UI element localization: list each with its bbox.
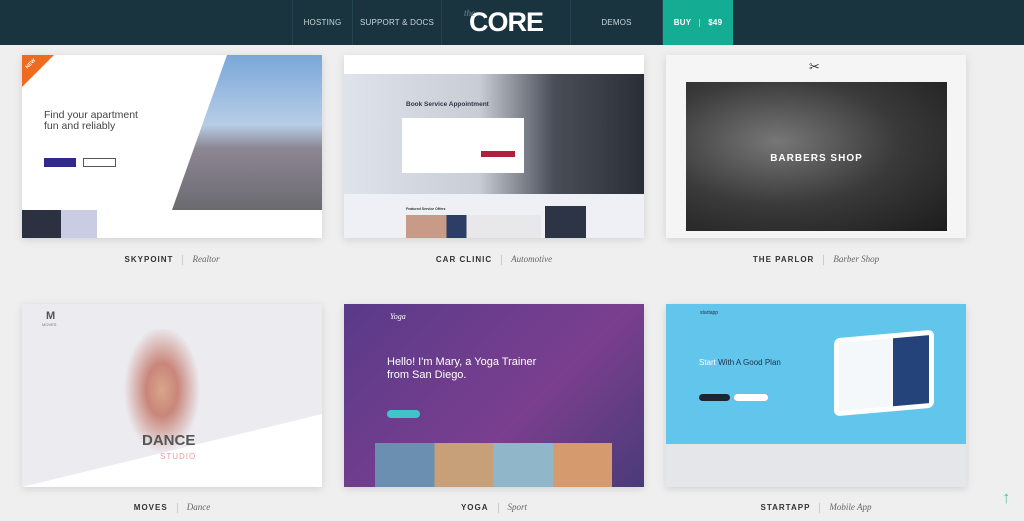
logo[interactable]: the CORE [441,0,570,45]
demo-label-car-clinic[interactable]: CAR CLINIC Automotive [344,254,644,265]
demo-headline: BARBERS SHOP [770,153,863,164]
offer-photos [406,215,541,238]
demo-category: Barber Shop [833,254,880,264]
label-divider [497,502,499,513]
demo-name: SKYPOINT [124,255,174,264]
building-image [172,55,322,210]
demo-category: Dance [186,502,211,512]
nav-support-label: SUPPORT & DOCS [359,18,435,27]
secondary-cta [83,158,116,167]
nav-hosting-label: HOSTING [303,18,342,27]
demo-category: Realtor [192,254,220,264]
booking-submit [481,151,515,157]
primary-cta [699,394,730,401]
scissors-icon: ✂ [809,59,820,74]
demo-subheading: Featured Service Offers [406,207,446,211]
demo-label-the-parlor[interactable]: THE PARLOR Barber Shop [666,254,966,265]
logo-text: CORE [468,7,544,37]
label-divider [819,502,821,513]
offer-tile [545,206,586,238]
demo-subheading: STUDIO [160,452,197,461]
photo-strip [22,210,322,238]
demo-card-car-clinic[interactable]: Book Service Appointment Featured Servic… [344,55,644,238]
demo-card-startapp[interactable]: startapp Start With A Good Plan [666,304,966,487]
startapp-logo: startapp [700,310,719,316]
label-divider [182,254,184,265]
features-section [666,444,966,487]
nav-demos-label: DEMOS [601,18,632,27]
demo-name: MOVES [133,503,168,512]
demo-headline: DANCE [142,432,196,449]
buy-label: BUY [673,18,692,27]
buy-button[interactable]: BUY $49 [663,0,733,45]
secondary-cta [734,394,768,401]
demo-name: CAR CLINIC [435,255,493,264]
tablet-screen [839,335,929,411]
demo-category: Sport [507,502,528,512]
demo-name: THE PARLOR [752,255,815,264]
headline-accent: Start [699,358,716,367]
demo-label-startapp[interactable]: STARTAPP Mobile App [666,502,966,513]
new-badge [22,55,54,87]
label-divider [501,254,503,265]
demo-card-moves[interactable]: M MOVES DANCE STUDIO [22,304,322,487]
nav-hosting[interactable]: HOSTING [292,0,352,45]
demo-card-the-parlor[interactable]: ✂ BARBERS SHOP [666,55,966,238]
demo-category: Mobile App [829,502,872,512]
demo-headline: Book Service Appointment [406,101,489,108]
demo-label-yoga[interactable]: YOGA Sport [344,502,644,513]
site-header: HOSTING SUPPORT & DOCS the CORE DEMOS BUY… [0,0,1024,45]
yoga-logo: Yoga [390,312,406,321]
yoga-photos [375,443,612,487]
booking-form [402,118,524,173]
nav-support-docs[interactable]: SUPPORT & DOCS [352,0,441,45]
tablet-image [834,329,934,417]
buy-divider [699,18,701,27]
demo-card-yoga[interactable]: Yoga Hello! I'm Mary, a Yoga Trainer fro… [344,304,644,487]
demo-name: STARTAPP [760,503,811,512]
demo-headline: Start With A Good Plan [699,358,781,367]
nav-demos[interactable]: DEMOS [570,0,663,45]
label-divider [176,502,178,513]
label-divider [823,254,825,265]
demo-card-skypoint[interactable]: NEW Find your apartment fun and reliably [22,55,322,238]
primary-cta [44,158,76,167]
yoga-cta [387,410,420,418]
demo-category: Automotive [511,254,553,264]
arrow-up-icon[interactable]: ↑ [1002,488,1011,508]
price-label: $49 [708,18,723,27]
moves-logo-text: MOVES [42,322,57,327]
demo-label-skypoint[interactable]: SKYPOINT Realtor [22,254,322,265]
demo-headline: Hello! I'm Mary, a Yoga Trainer from San… [387,356,537,381]
demo-name: YOGA [460,503,489,512]
moves-logo: M [46,310,56,322]
demo-headline: Find your apartment fun and reliably [44,109,138,132]
demo-label-moves[interactable]: MOVES Dance [22,502,322,513]
headline-text: With A Good Plan [718,358,781,367]
logo-small: the [464,8,475,18]
